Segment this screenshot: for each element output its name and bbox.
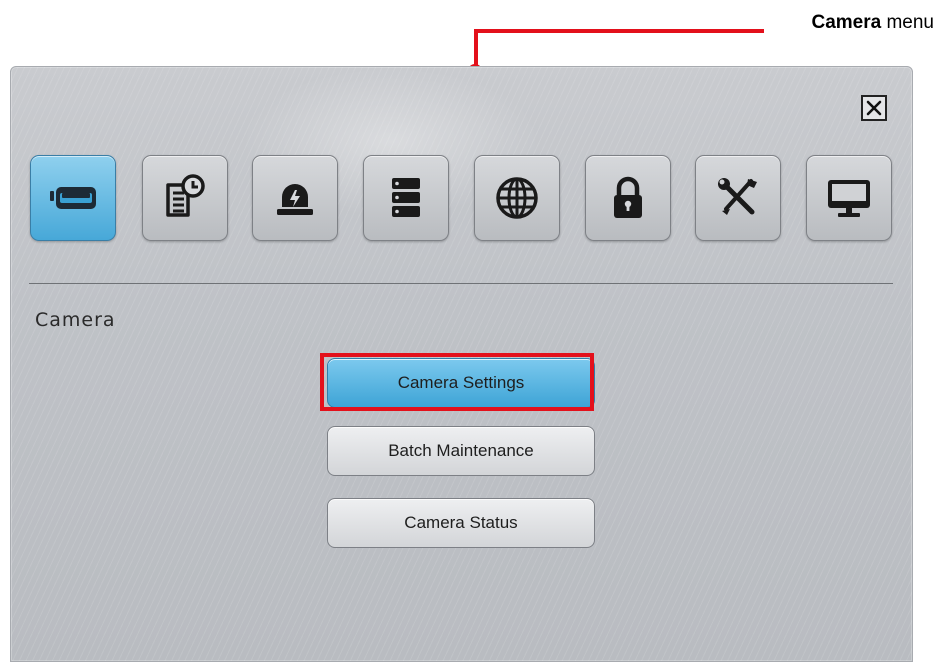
record-schedule-icon [166, 174, 205, 217]
callout-line [474, 29, 764, 33]
tab-display[interactable] [806, 155, 892, 241]
monitor-icon [828, 180, 870, 217]
tab-event[interactable] [252, 155, 338, 241]
tab-system[interactable] [695, 155, 781, 241]
tools-icon [718, 178, 757, 215]
callout-label-bold: Camera [811, 12, 882, 33]
settings-dialog: Camera Camera Settings Batch Maintenance… [10, 66, 913, 662]
tab-network[interactable] [474, 155, 560, 241]
tab-camera[interactable] [30, 155, 116, 241]
camera-status-button[interactable]: Camera Status [327, 498, 595, 548]
storage-icon [392, 178, 420, 217]
tab-security[interactable] [585, 155, 671, 241]
tab-storage[interactable] [363, 155, 449, 241]
camera-settings-button[interactable]: Camera Settings [327, 358, 595, 408]
divider [29, 283, 893, 284]
section-title: Camera [35, 309, 116, 331]
batch-maintenance-button[interactable]: Batch Maintenance [327, 426, 595, 476]
close-button[interactable] [861, 95, 887, 121]
callout-label: Camera menu [811, 12, 934, 34]
camera-icon [50, 187, 96, 209]
close-icon [866, 100, 882, 116]
tab-record[interactable] [142, 155, 228, 241]
callout-label-rest: menu [881, 12, 934, 33]
alarm-icon [277, 184, 313, 215]
globe-icon [496, 177, 538, 219]
lock-icon [614, 176, 642, 218]
